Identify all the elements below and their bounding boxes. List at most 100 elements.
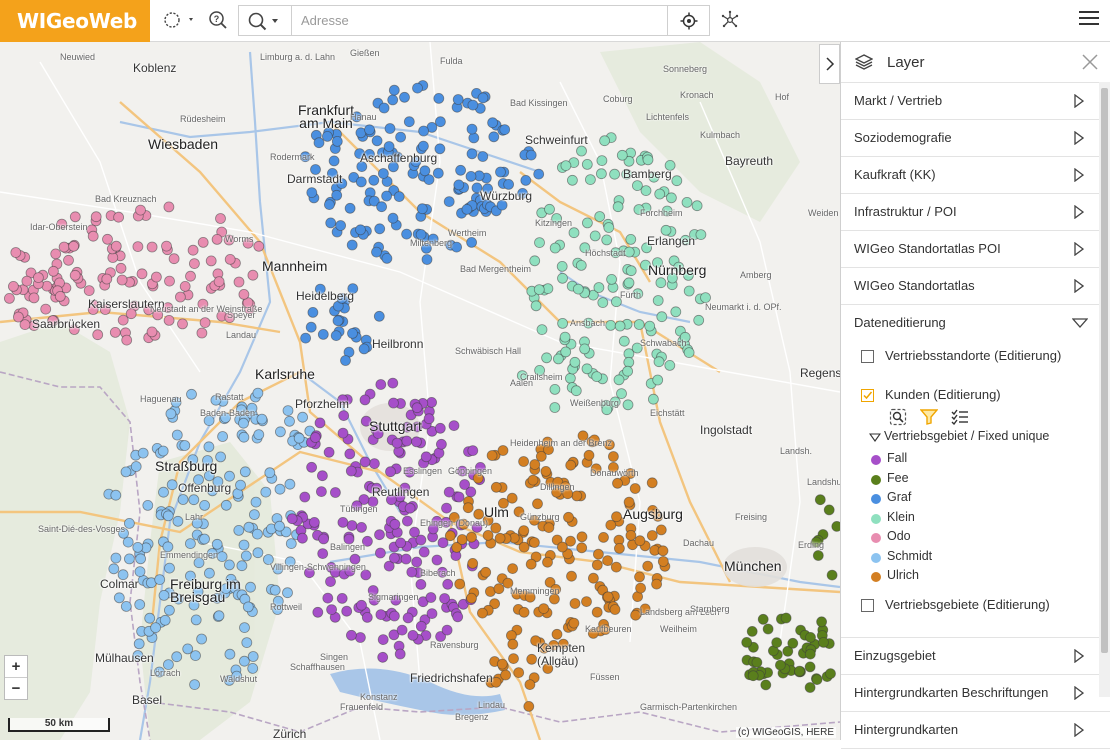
customer-point[interactable] bbox=[120, 466, 132, 478]
legend-list-icon[interactable] bbox=[951, 409, 969, 425]
customer-point[interactable] bbox=[597, 297, 609, 309]
customer-point[interactable] bbox=[213, 276, 225, 288]
customer-point[interactable] bbox=[565, 459, 577, 471]
zoom-in-button[interactable]: + bbox=[5, 656, 27, 677]
customer-point[interactable] bbox=[163, 201, 175, 213]
customer-point[interactable] bbox=[344, 202, 356, 214]
customer-point[interactable] bbox=[602, 591, 614, 603]
customer-point[interactable] bbox=[63, 254, 74, 266]
customer-point[interactable] bbox=[434, 116, 446, 128]
customer-point[interactable] bbox=[395, 131, 407, 143]
customer-point[interactable] bbox=[582, 217, 593, 229]
customer-point[interactable] bbox=[359, 456, 371, 468]
customer-point[interactable] bbox=[321, 131, 333, 142]
customer-point[interactable] bbox=[412, 82, 423, 94]
customer-point[interactable] bbox=[525, 558, 537, 570]
customer-point[interactable] bbox=[274, 483, 286, 495]
customer-point[interactable] bbox=[635, 582, 646, 594]
customer-point[interactable] bbox=[826, 569, 838, 581]
customer-point[interactable] bbox=[58, 241, 70, 253]
customer-point[interactable] bbox=[317, 328, 329, 340]
customer-point[interactable] bbox=[434, 422, 446, 434]
customer-point[interactable] bbox=[666, 192, 677, 204]
customer-point[interactable] bbox=[541, 352, 552, 364]
customer-point[interactable] bbox=[171, 429, 183, 441]
customer-point[interactable] bbox=[188, 494, 200, 506]
customer-point[interactable] bbox=[306, 461, 318, 473]
customer-point[interactable] bbox=[211, 538, 223, 550]
customer-point[interactable] bbox=[137, 447, 149, 459]
customer-point[interactable] bbox=[182, 643, 194, 655]
customer-point[interactable] bbox=[452, 94, 464, 105]
customer-point[interactable] bbox=[309, 432, 321, 443]
customer-point[interactable] bbox=[771, 637, 783, 648]
customer-point[interactable] bbox=[606, 273, 617, 285]
customer-point[interactable] bbox=[134, 566, 146, 577]
customer-point[interactable] bbox=[186, 388, 197, 400]
customer-point[interactable] bbox=[189, 679, 201, 690]
customer-point[interactable] bbox=[174, 291, 186, 303]
customer-point[interactable] bbox=[329, 487, 341, 498]
customer-point[interactable] bbox=[282, 405, 294, 417]
filter-icon[interactable] bbox=[920, 409, 938, 425]
customer-point[interactable] bbox=[48, 265, 59, 277]
customer-point[interactable] bbox=[568, 227, 580, 239]
customer-point[interactable] bbox=[575, 259, 587, 271]
customer-point[interactable] bbox=[340, 355, 351, 366]
customer-point[interactable] bbox=[154, 574, 166, 585]
cluster-tool-button[interactable] bbox=[718, 6, 742, 34]
customer-point[interactable] bbox=[596, 155, 608, 166]
customer-point[interactable] bbox=[594, 211, 606, 222]
customer-point[interactable] bbox=[520, 174, 532, 186]
customer-point[interactable] bbox=[388, 397, 399, 409]
customer-point[interactable] bbox=[146, 241, 158, 253]
customer-point[interactable] bbox=[441, 502, 452, 514]
customer-point[interactable] bbox=[591, 606, 603, 618]
customer-point[interactable] bbox=[569, 356, 581, 368]
customer-point[interactable] bbox=[518, 606, 530, 618]
customer-point[interactable] bbox=[466, 531, 477, 543]
customer-point[interactable] bbox=[33, 272, 44, 284]
customer-point[interactable] bbox=[556, 260, 568, 272]
customer-point[interactable] bbox=[144, 612, 156, 624]
customer-point[interactable] bbox=[197, 236, 209, 248]
customer-point[interactable] bbox=[364, 124, 375, 136]
customer-point[interactable] bbox=[633, 319, 645, 330]
customer-point[interactable] bbox=[264, 467, 276, 479]
customer-point[interactable] bbox=[625, 529, 637, 541]
customer-point[interactable] bbox=[629, 483, 641, 494]
customer-point[interactable] bbox=[760, 679, 772, 691]
customer-point[interactable] bbox=[326, 604, 338, 615]
customer-point[interactable] bbox=[425, 592, 437, 603]
customer-point[interactable] bbox=[557, 317, 568, 329]
customer-point[interactable] bbox=[423, 413, 435, 425]
customer-point[interactable] bbox=[371, 135, 383, 147]
customer-point[interactable] bbox=[356, 521, 367, 533]
customer-point[interactable] bbox=[315, 486, 327, 498]
customer-point[interactable] bbox=[110, 489, 122, 501]
customer-point[interactable] bbox=[388, 552, 400, 564]
customer-point[interactable] bbox=[168, 253, 180, 265]
customer-point[interactable] bbox=[642, 154, 654, 166]
customer-point[interactable] bbox=[681, 196, 693, 208]
customer-point[interactable] bbox=[163, 604, 175, 616]
customer-point[interactable] bbox=[177, 318, 188, 330]
customer-point[interactable] bbox=[603, 222, 615, 233]
customer-point[interactable] bbox=[536, 324, 548, 336]
customer-point[interactable] bbox=[83, 285, 95, 297]
customer-point[interactable] bbox=[188, 258, 200, 270]
customer-point[interactable] bbox=[332, 315, 344, 327]
customer-point[interactable] bbox=[648, 393, 659, 405]
customer-point[interactable] bbox=[453, 179, 465, 191]
customer-point[interactable] bbox=[655, 277, 667, 289]
customer-point[interactable] bbox=[344, 448, 356, 460]
customer-point[interactable] bbox=[467, 445, 479, 457]
customer-point[interactable] bbox=[451, 241, 463, 253]
section-soziodemografie[interactable]: Soziodemografie bbox=[841, 120, 1110, 157]
customer-point[interactable] bbox=[90, 211, 102, 223]
triangle-down-icon[interactable] bbox=[869, 433, 881, 442]
customer-point[interactable] bbox=[571, 490, 583, 502]
customer-point[interactable] bbox=[432, 167, 444, 179]
customer-point[interactable] bbox=[374, 547, 386, 559]
customer-point[interactable] bbox=[654, 188, 666, 200]
